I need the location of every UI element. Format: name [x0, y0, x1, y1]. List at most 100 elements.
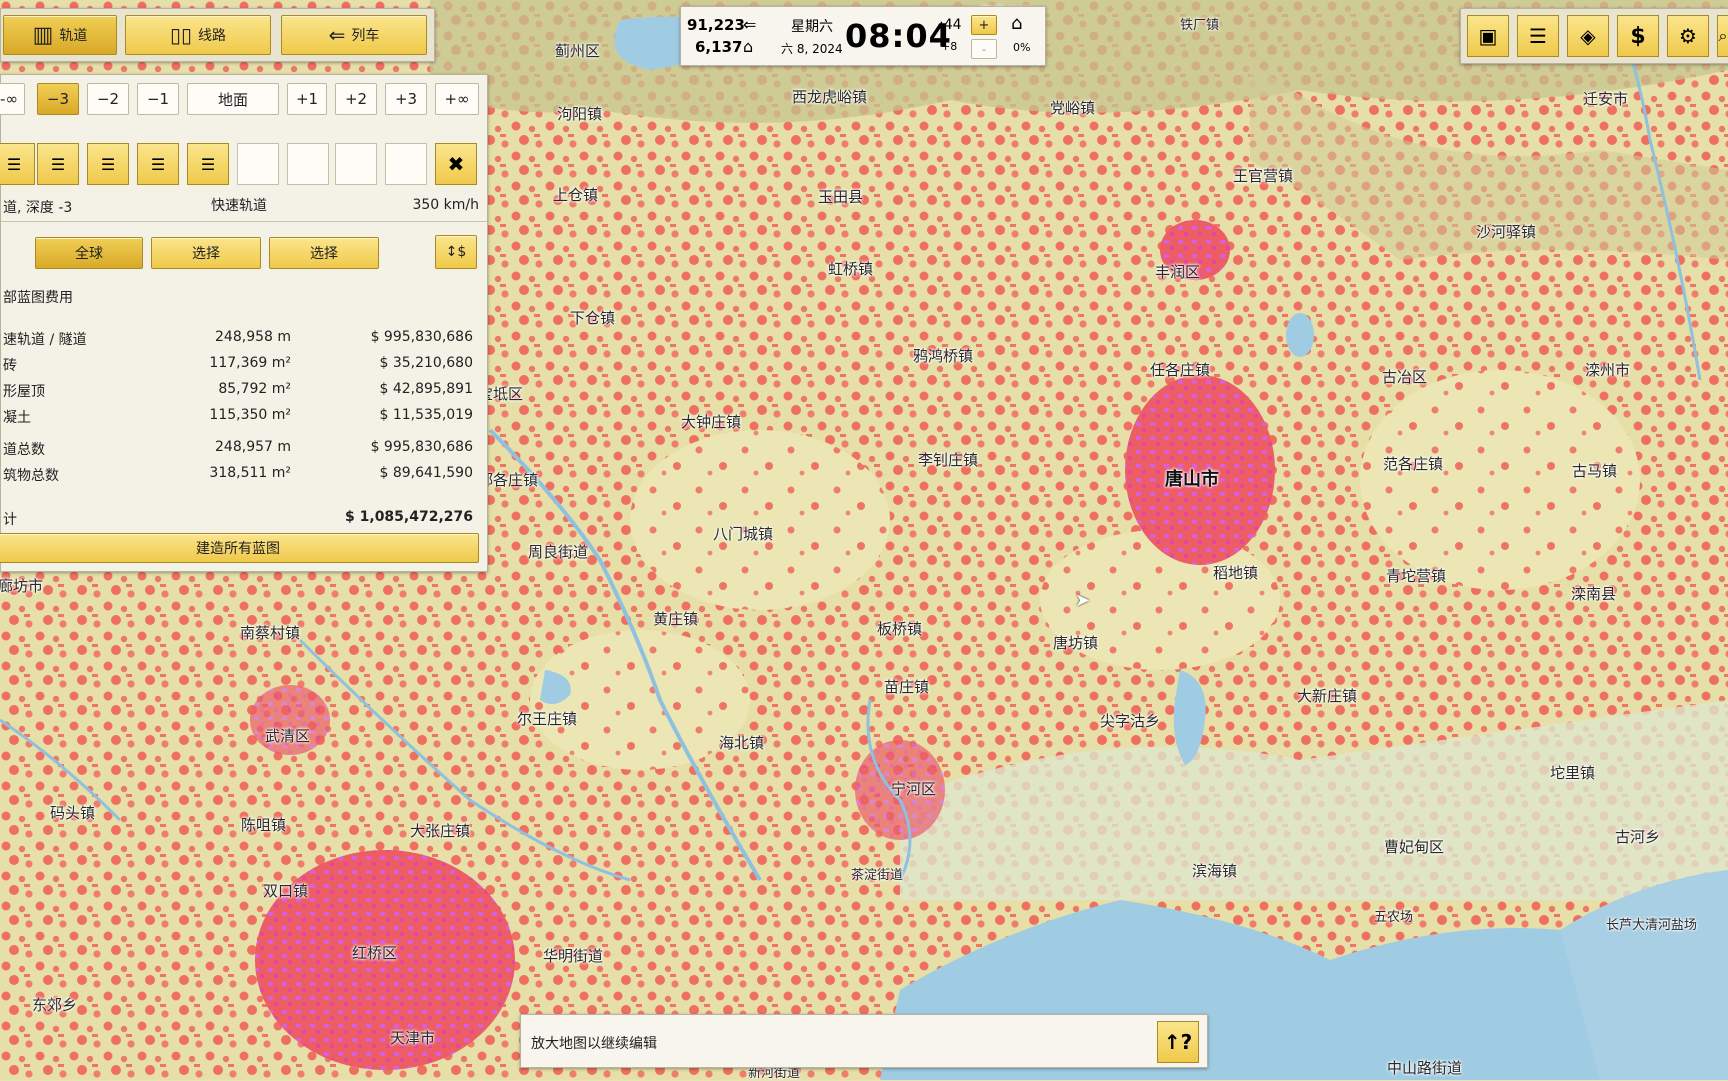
track-icon: ☰ [200, 154, 216, 174]
track-slot-empty-4[interactable] [385, 143, 427, 185]
demolish-icon: ✖ [447, 152, 465, 176]
cost-item-qty: 318,511 m² [209, 465, 291, 481]
divider [1, 221, 487, 222]
place-label: 稻地镇 [1213, 564, 1259, 582]
help-icon: ↑? [1163, 1030, 1193, 1054]
place-label: 长芦大清河盐场 [1606, 918, 1698, 933]
status-panel: 91,223 ⇐ 6,137 ⌂ 星期六 六 8, 2024 08:04 :44… [680, 6, 1046, 66]
dollar-icon: $ [1630, 23, 1646, 49]
place-label: 李钊庄镇 [918, 451, 979, 469]
search-button[interactable]: ⌕ [1717, 15, 1728, 57]
place-label: 黄庄镇 [653, 610, 699, 628]
place-label: 板桥镇 [877, 620, 923, 638]
station-usage-icon: ⌂ [1011, 13, 1023, 34]
tag-button[interactable]: ◈ [1567, 15, 1609, 57]
demolish-button[interactable]: ✖ [435, 143, 477, 185]
clock-seconds: :44 [939, 17, 962, 33]
sort-button[interactable]: ☰ [1517, 15, 1559, 57]
depth-btn-ground[interactable]: 地面 [187, 83, 279, 115]
place-label: 古马镇 [1572, 462, 1618, 480]
track-type-2[interactable]: ☰ [37, 143, 79, 185]
depth-btn-neg-inf[interactable]: -∞ [0, 83, 25, 115]
cost-total-row: 计 $ 1,085,472,276 [1, 507, 481, 529]
cost-item-price: $ 89,641,590 [379, 465, 473, 481]
train-count-icon: ⇐ [743, 15, 757, 34]
place-label: 蓟州区 [555, 42, 601, 60]
cost-row: 凝土 115,350 m² $ 11,535,019 [1, 405, 481, 427]
cost-item-name: 道总数 [3, 442, 45, 458]
cost-item-qty: 117,369 m² [209, 355, 291, 371]
right-toolbar: ▣ ☰ ◈ $ ⚙ ⌕ [1460, 8, 1728, 64]
track-type-3[interactable]: ☰ [87, 143, 129, 185]
scope-select-button-2[interactable]: 选择 [269, 237, 379, 269]
place-label: 南蔡村镇 [240, 624, 301, 642]
cost-item-name: 筑物总数 [3, 468, 59, 484]
depth-btn-pos2[interactable]: +2 [335, 83, 377, 115]
place-label: 海北镇 [719, 734, 765, 752]
place-label: 红桥区 [352, 944, 398, 962]
speed-up-button[interactable]: + [971, 15, 997, 35]
help-button[interactable]: ↑? [1157, 1021, 1199, 1063]
place-label: 坨里镇 [1550, 764, 1596, 782]
place-label: 尔王庄镇 [517, 710, 578, 728]
track-icon: ☰ [100, 154, 116, 174]
place-label: 东郊乡 [32, 996, 78, 1014]
place-label: 沙河驿镇 [1476, 223, 1537, 241]
station-icon: ⌂ [743, 37, 754, 56]
hint-bar: 放大地图以继续编辑 ↑? [520, 1014, 1208, 1068]
cost-item-name: 速轨道 / 隧道 [3, 332, 87, 348]
cost-item-qty: 248,957 m [215, 439, 291, 455]
scope-select-button-1[interactable]: 选择 [151, 237, 261, 269]
finance-button[interactable]: $ [1617, 15, 1659, 57]
depth-btn-neg1[interactable]: −1 [137, 83, 179, 115]
place-label: 铁厂镇 [1180, 18, 1220, 33]
place-label: 廊坊市 [0, 577, 44, 595]
time-speed: +8 [941, 40, 958, 53]
scope-global-button[interactable]: 全球 [35, 237, 143, 269]
blueprint-button[interactable]: ▣ [1467, 15, 1509, 57]
cost-total-label: 计 [3, 512, 17, 528]
blueprint-icon: ▣ [1478, 24, 1498, 48]
depth-btn-pos3[interactable]: +3 [385, 83, 427, 115]
track-type-1[interactable]: ☰ [0, 143, 35, 185]
depth-btn-pos1[interactable]: +1 [287, 83, 327, 115]
place-label: 鸦鸿桥镇 [913, 347, 974, 365]
place-label: 王官营镇 [1233, 167, 1294, 185]
place-label: 中山路街道 [1387, 1059, 1463, 1077]
place-label: 迁安市 [1583, 90, 1629, 108]
hint-text: 放大地图以继续编辑 [531, 1036, 657, 1052]
place-label: 八门城镇 [713, 525, 774, 543]
steam-button[interactable]: ⚙ [1667, 15, 1709, 57]
tab-route[interactable]: ▯▯ 线路 [125, 15, 271, 55]
cost-item-qty: 115,350 m² [209, 407, 291, 423]
track-icon: ☰ [150, 154, 166, 174]
tab-track[interactable]: ▥ 轨道 [3, 15, 117, 55]
place-label: 尖字沽乡 [1100, 712, 1161, 730]
route-map-icon: ▯▯ [169, 23, 192, 47]
cost-title: 部蓝图费用 [3, 290, 73, 306]
track-slot-empty-1[interactable] [237, 143, 279, 185]
tab-trains[interactable]: ⇐ 列车 [281, 15, 427, 55]
place-label: 丰润区 [1155, 263, 1201, 281]
depth-btn-neg2[interactable]: −2 [87, 83, 129, 115]
track-speed-label: 350 km/h [412, 197, 479, 213]
slow-down-button[interactable]: - [971, 39, 997, 59]
clock-time: 08:04 [845, 17, 952, 55]
passenger-count: 6,137 [695, 38, 743, 56]
sort-icon: ☰ [1529, 24, 1547, 48]
depth-btn-pos-inf[interactable]: +∞ [435, 83, 479, 115]
track-slot-empty-3[interactable] [335, 143, 377, 185]
cost-sort-button[interactable]: ↕$ [435, 235, 477, 269]
build-all-button[interactable]: 建造所有蓝图 [0, 533, 479, 563]
track-slot-empty-2[interactable] [287, 143, 329, 185]
track-tool-panel: -∞ −3 −2 −1 地面 +1 +2 +3 +∞ ☰ ☰ ☰ ☰ ☰ ✖ 道… [0, 74, 488, 572]
cost-item-price: $ 995,830,686 [370, 439, 473, 455]
place-label: 唐坊镇 [1053, 634, 1099, 652]
depth-btn-neg3[interactable]: −3 [37, 83, 79, 115]
place-label: 天津市 [390, 1029, 436, 1047]
cost-row: 筑物总数 318,511 m² $ 89,641,590 [1, 463, 481, 485]
place-label: 大张庄镇 [410, 822, 471, 840]
track-type-5[interactable]: ☰ [187, 143, 229, 185]
place-label: 青坨营镇 [1386, 567, 1447, 585]
track-type-4[interactable]: ☰ [137, 143, 179, 185]
